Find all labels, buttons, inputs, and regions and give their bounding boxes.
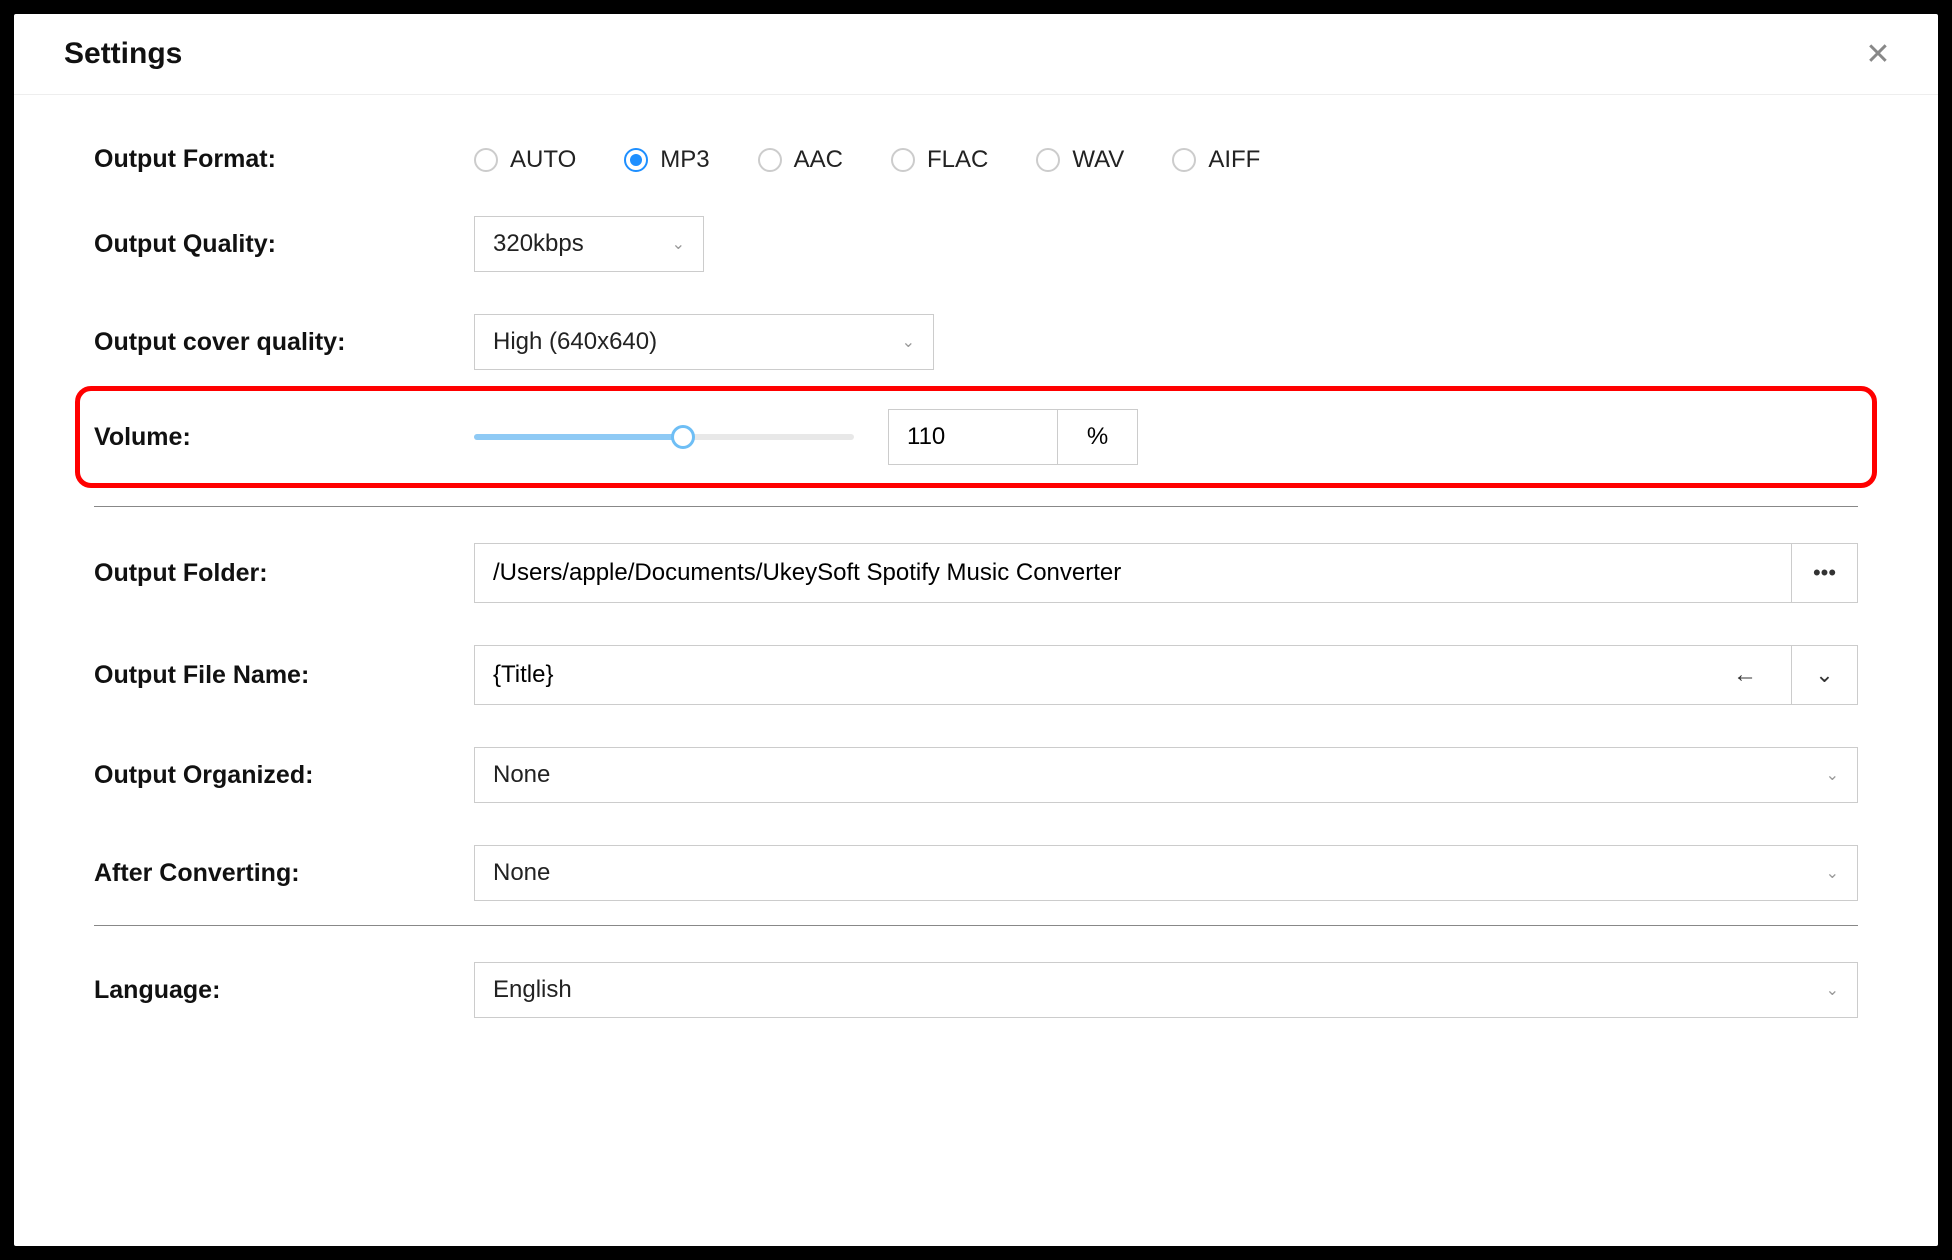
- row-output-organized: Output Organized: None ⌄: [94, 747, 1858, 803]
- select-value: None: [493, 859, 550, 887]
- label-volume: Volume:: [94, 423, 474, 452]
- select-output-cover-quality[interactable]: High (640x640) ⌄: [474, 314, 934, 370]
- radio-aiff[interactable]: AIFF: [1172, 146, 1260, 174]
- file-name-dropdown-button[interactable]: ⌄: [1792, 645, 1858, 705]
- radio-aac[interactable]: AAC: [758, 146, 843, 174]
- row-language: Language: English ⌄: [94, 962, 1858, 1018]
- titlebar: Settings ✕: [14, 14, 1938, 95]
- chevron-down-icon: ⌄: [672, 234, 685, 254]
- row-output-file-name: Output File Name: {Title} ← ⌄: [94, 645, 1858, 705]
- volume-slider[interactable]: [474, 434, 854, 440]
- output-file-name-input[interactable]: {Title} ←: [474, 645, 1792, 705]
- settings-content: Output Format: AUTO MP3 AAC FLAC: [14, 95, 1938, 1058]
- volume-input[interactable]: [888, 409, 1058, 465]
- close-button[interactable]: ✕: [1858, 34, 1898, 74]
- chevron-down-icon: ⌄: [1815, 662, 1833, 688]
- divider: [94, 506, 1858, 507]
- label-output-quality: Output Quality:: [94, 230, 474, 259]
- row-output-cover-quality: Output cover quality: High (640x640) ⌄: [94, 314, 1858, 370]
- radio-group-output-format: AUTO MP3 AAC FLAC WAV: [474, 146, 1858, 174]
- label-after-converting: After Converting:: [94, 859, 474, 888]
- select-language[interactable]: English ⌄: [474, 962, 1858, 1018]
- radio-wav[interactable]: WAV: [1036, 146, 1124, 174]
- radio-label: FLAC: [927, 146, 988, 174]
- row-volume: Volume: %: [75, 386, 1877, 488]
- radio-circle-icon: [474, 148, 498, 172]
- select-output-quality[interactable]: 320kbps ⌄: [474, 216, 704, 272]
- reset-icon[interactable]: ←: [1733, 661, 1757, 689]
- radio-label: AIFF: [1208, 146, 1260, 174]
- radio-circle-icon: [1172, 148, 1196, 172]
- select-value: 320kbps: [493, 230, 584, 258]
- select-after-converting[interactable]: None ⌄: [474, 845, 1858, 901]
- chevron-down-icon: ⌄: [1826, 863, 1839, 883]
- volume-unit: %: [1058, 409, 1138, 465]
- chevron-down-icon: ⌄: [1826, 980, 1839, 1000]
- radio-label: WAV: [1072, 146, 1124, 174]
- output-folder-value: /Users/apple/Documents/UkeySoft Spotify …: [493, 559, 1121, 587]
- more-icon: •••: [1813, 560, 1836, 586]
- output-folder-input[interactable]: /Users/apple/Documents/UkeySoft Spotify …: [474, 543, 1792, 603]
- label-output-file-name: Output File Name:: [94, 661, 474, 690]
- select-value: English: [493, 976, 572, 1004]
- radio-circle-icon: [624, 148, 648, 172]
- chevron-down-icon: ⌄: [902, 332, 915, 352]
- radio-label: AUTO: [510, 146, 576, 174]
- select-output-organized[interactable]: None ⌄: [474, 747, 1858, 803]
- row-output-folder: Output Folder: /Users/apple/Documents/Uk…: [94, 543, 1858, 603]
- radio-auto[interactable]: AUTO: [474, 146, 576, 174]
- row-output-format: Output Format: AUTO MP3 AAC FLAC: [94, 145, 1858, 174]
- row-output-quality: Output Quality: 320kbps ⌄: [94, 216, 1858, 272]
- radio-label: MP3: [660, 146, 709, 174]
- page-title: Settings: [64, 37, 182, 71]
- radio-label: AAC: [794, 146, 843, 174]
- browse-folder-button[interactable]: •••: [1792, 543, 1858, 603]
- radio-flac[interactable]: FLAC: [891, 146, 988, 174]
- divider: [94, 925, 1858, 926]
- radio-circle-icon: [1036, 148, 1060, 172]
- label-output-cover-quality: Output cover quality:: [94, 328, 474, 357]
- settings-window: Settings ✕ Output Format: AUTO MP3 AAC: [14, 14, 1938, 1246]
- radio-circle-icon: [891, 148, 915, 172]
- radio-mp3[interactable]: MP3: [624, 146, 709, 174]
- select-value: High (640x640): [493, 328, 657, 356]
- output-file-name-value: {Title}: [493, 661, 553, 689]
- slider-fill: [474, 434, 683, 440]
- close-icon: ✕: [1865, 37, 1890, 72]
- select-value: None: [493, 761, 550, 789]
- chevron-down-icon: ⌄: [1826, 765, 1839, 785]
- slider-thumb-icon[interactable]: [671, 425, 695, 449]
- row-after-converting: After Converting: None ⌄: [94, 845, 1858, 901]
- label-output-organized: Output Organized:: [94, 761, 474, 790]
- label-output-folder: Output Folder:: [94, 559, 474, 588]
- label-language: Language:: [94, 976, 474, 1005]
- label-output-format: Output Format:: [94, 145, 474, 174]
- radio-circle-icon: [758, 148, 782, 172]
